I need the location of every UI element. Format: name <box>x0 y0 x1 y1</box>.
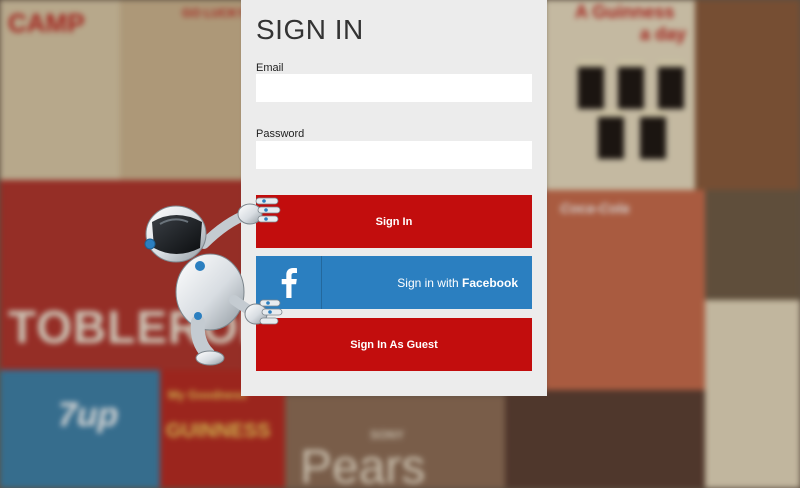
guest-sign-in-button[interactable]: Sign In As Guest <box>256 318 532 371</box>
email-field[interactable] <box>256 74 532 102</box>
guest-sign-in-button-label: Sign In As Guest <box>350 338 438 351</box>
login-screen: CAMP GO LUCKY A Guinness a day TOBLERONE… <box>0 0 800 488</box>
password-label: Password <box>256 128 305 140</box>
page-title: SIGN IN <box>256 14 364 45</box>
password-field[interactable] <box>256 141 532 169</box>
sign-in-button[interactable]: Sign In <box>256 195 532 248</box>
facebook-brand-text: Facebook <box>461 275 518 290</box>
robot-mascot-icon <box>138 192 288 367</box>
facebook-sign-in-button[interactable]: Sign in with Facebook <box>256 256 532 309</box>
sign-in-button-label: Sign In <box>375 215 413 228</box>
email-label: Email <box>256 62 284 74</box>
facebook-button-prefix: Sign in with <box>397 275 462 290</box>
facebook-button-label: Sign in with Facebook <box>322 276 532 290</box>
